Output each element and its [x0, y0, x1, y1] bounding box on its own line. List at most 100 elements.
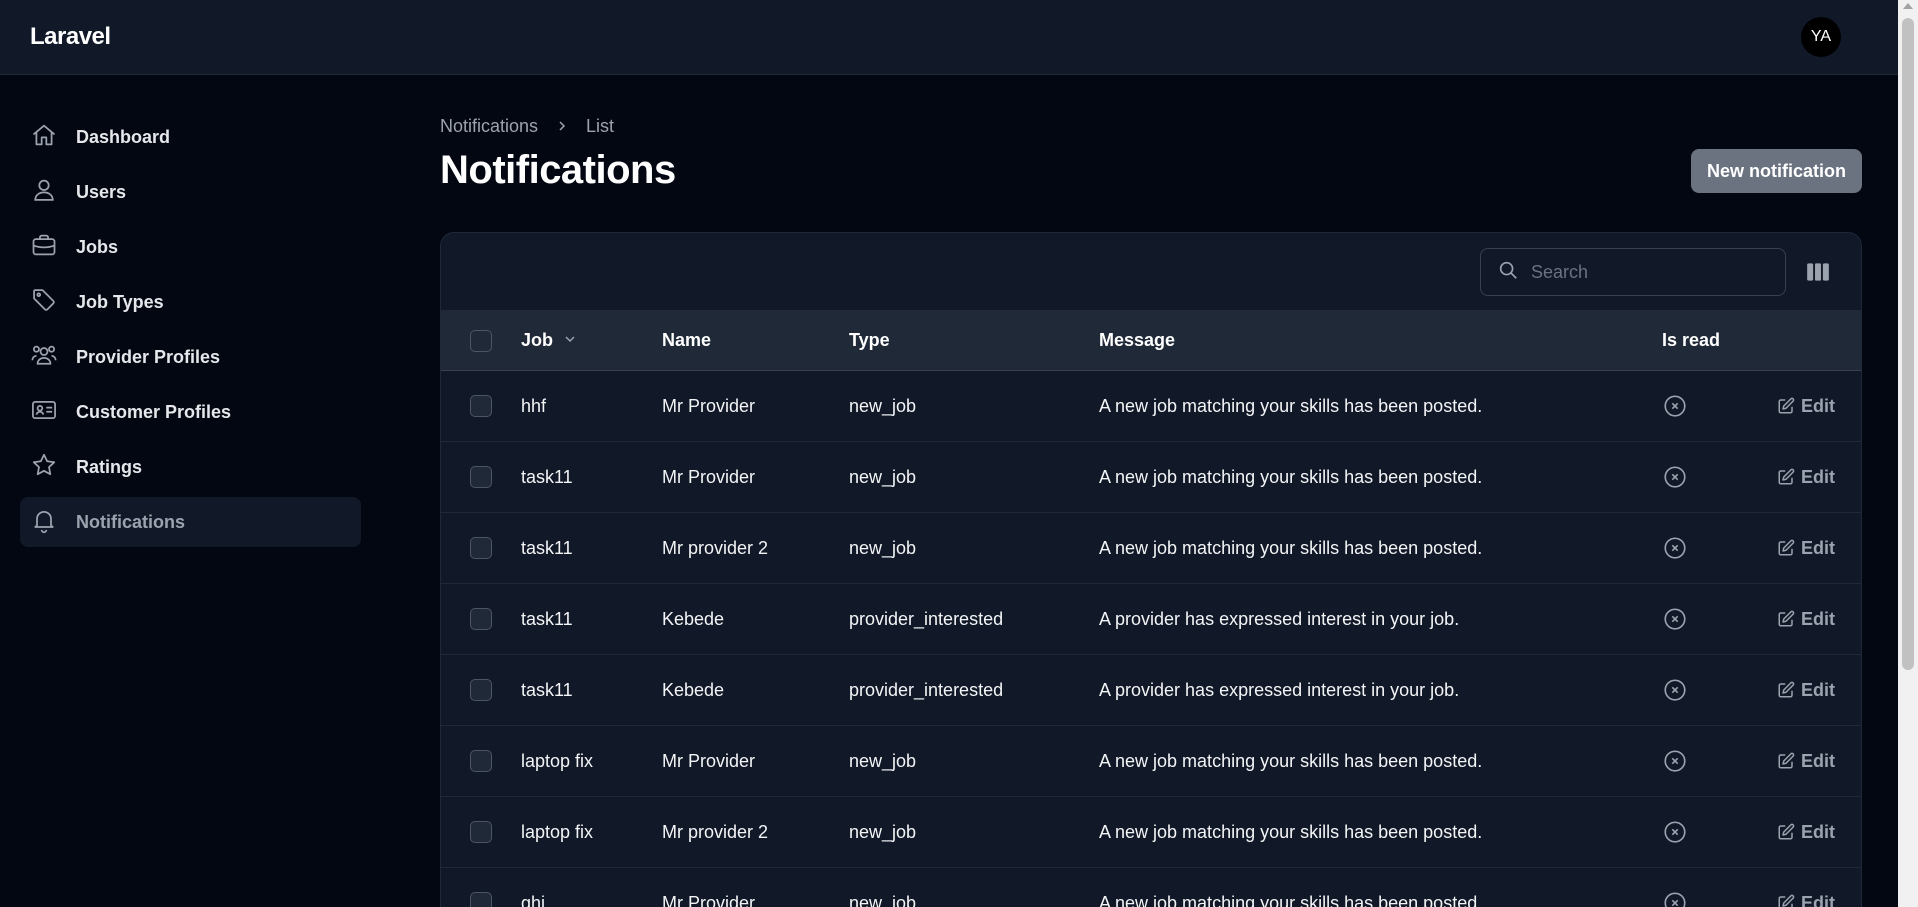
column-header-name: Name	[662, 330, 712, 350]
column-header-type: Type	[849, 330, 890, 350]
table-row[interactable]: task11 Kebede provider_interested A prov…	[441, 584, 1861, 655]
table-row[interactable]: laptop fix Mr provider 2 new_job A new j…	[441, 797, 1861, 868]
edit-icon	[1777, 823, 1795, 841]
sidebar-item-provider-profiles[interactable]: Provider Profiles	[20, 332, 361, 382]
sidebar-item-label: Job Types	[76, 291, 164, 312]
user-icon	[30, 176, 58, 209]
cell-name: Kebede	[662, 608, 725, 629]
row-checkbox[interactable]	[470, 395, 492, 417]
cell-name: Mr Provider	[662, 750, 756, 771]
cell-message: A provider has expressed interest in you…	[1099, 679, 1460, 700]
cell-type: new_job	[849, 892, 917, 907]
row-checkbox[interactable]	[470, 537, 492, 559]
sidebar-item-ratings[interactable]: Ratings	[20, 442, 361, 492]
table-row[interactable]: task11 Mr Provider new_job A new job mat…	[441, 442, 1861, 513]
chevron-right-icon	[556, 116, 568, 137]
cell-job: ghj	[521, 892, 546, 907]
sidebar-item-label: Customer Profiles	[76, 401, 232, 422]
page-scrollbar[interactable]	[1898, 0, 1918, 907]
brand-logo[interactable]: Laravel	[30, 23, 111, 51]
x-circle-icon	[1662, 748, 1777, 774]
scroll-up-arrow-icon[interactable]	[1903, 3, 1913, 9]
edit-button[interactable]: Edit	[1777, 396, 1835, 417]
edit-icon	[1777, 397, 1795, 415]
edit-button[interactable]: Edit	[1777, 609, 1835, 630]
edit-icon	[1777, 752, 1795, 770]
cell-job: task11	[521, 608, 573, 629]
column-header-job[interactable]: Job	[521, 330, 662, 351]
cell-job: laptop fix	[521, 821, 594, 842]
bell-icon	[30, 506, 58, 539]
sidebar-item-label: Ratings	[76, 456, 143, 477]
sidebar-item-jobs[interactable]: Jobs	[20, 222, 361, 272]
edit-button[interactable]: Edit	[1777, 538, 1835, 559]
breadcrumb: Notifications List	[440, 116, 614, 137]
edit-icon	[1777, 468, 1795, 486]
cell-job: task11	[521, 679, 573, 700]
user-avatar[interactable]: YA	[1801, 17, 1841, 57]
page-title: Notifications	[440, 148, 676, 192]
column-header-message: Message	[1099, 330, 1176, 350]
row-checkbox[interactable]	[470, 466, 492, 488]
table-row[interactable]: task11 Kebede provider_interested A prov…	[441, 655, 1861, 726]
new-notification-button[interactable]: New notification	[1691, 149, 1862, 193]
sidebar-item-users[interactable]: Users	[20, 167, 361, 217]
sidebar-item-label: Users	[76, 181, 127, 202]
edit-label: Edit	[1801, 679, 1835, 700]
table-header: Job Name Type Message Is read	[441, 311, 1861, 371]
row-checkbox[interactable]	[470, 750, 492, 772]
x-circle-icon	[1662, 890, 1777, 907]
table-row[interactable]: task11 Mr provider 2 new_job A new job m…	[441, 513, 1861, 584]
row-checkbox[interactable]	[470, 821, 492, 843]
edit-label: Edit	[1801, 892, 1835, 907]
notifications-table: Job Name Type Message Is read hhf Mr Pro…	[440, 232, 1862, 907]
cell-type: provider_interested	[849, 679, 1004, 700]
row-checkbox[interactable]	[470, 679, 492, 701]
cell-job: task11	[521, 537, 573, 558]
sidebar-item-notifications[interactable]: Notifications	[20, 497, 361, 547]
columns-toggle-icon[interactable]	[1805, 259, 1831, 285]
search-input[interactable]	[1531, 261, 1751, 283]
cell-type: new_job	[849, 466, 917, 487]
select-all-checkbox[interactable]	[470, 329, 492, 352]
cell-type: new_job	[849, 750, 917, 771]
sidebar-item-customer-profiles[interactable]: Customer Profiles	[20, 387, 361, 437]
edit-label: Edit	[1801, 750, 1835, 771]
edit-label: Edit	[1801, 466, 1835, 487]
edit-button[interactable]: Edit	[1777, 680, 1835, 701]
table-row[interactable]: laptop fix Mr Provider new_job A new job…	[441, 726, 1861, 797]
row-checkbox[interactable]	[470, 892, 492, 907]
table-row[interactable]: ghj Mr Provider new_job A new job matchi…	[441, 868, 1861, 907]
edit-icon	[1777, 539, 1795, 557]
row-checkbox[interactable]	[470, 608, 492, 630]
edit-button[interactable]: Edit	[1777, 893, 1835, 907]
cell-message: A new job matching your skills has been …	[1099, 892, 1483, 907]
breadcrumb-parent[interactable]: Notifications	[440, 116, 538, 137]
search-box[interactable]	[1480, 248, 1786, 296]
cell-message: A new job matching your skills has been …	[1099, 537, 1483, 558]
x-circle-icon	[1662, 677, 1777, 703]
cell-job: laptop fix	[521, 750, 594, 771]
cell-message: A new job matching your skills has been …	[1099, 750, 1483, 771]
scrollbar-thumb[interactable]	[1902, 18, 1914, 670]
edit-button[interactable]: Edit	[1777, 822, 1835, 843]
column-header-label: Job	[521, 330, 554, 350]
edit-button[interactable]: Edit	[1777, 467, 1835, 488]
tag-icon	[30, 286, 58, 319]
sidebar-item-dashboard[interactable]: Dashboard	[20, 112, 361, 162]
edit-label: Edit	[1801, 537, 1835, 558]
x-circle-icon	[1662, 464, 1777, 490]
id-card-icon	[30, 396, 58, 429]
x-circle-icon	[1662, 606, 1777, 632]
table-body: hhf Mr Provider new_job A new job matchi…	[441, 371, 1861, 907]
cell-name: Mr Provider	[662, 892, 756, 907]
cell-type: new_job	[849, 537, 917, 558]
cell-type: new_job	[849, 821, 917, 842]
edit-button[interactable]: Edit	[1777, 751, 1835, 772]
table-row[interactable]: hhf Mr Provider new_job A new job matchi…	[441, 371, 1861, 442]
sidebar-nav: Dashboard Users Jobs Job Types Provider …	[20, 112, 361, 552]
sidebar-item-job-types[interactable]: Job Types	[20, 277, 361, 327]
cell-name: Mr provider 2	[662, 821, 769, 842]
sidebar-item-label: Dashboard	[76, 126, 171, 147]
cell-name: Mr Provider	[662, 466, 756, 487]
